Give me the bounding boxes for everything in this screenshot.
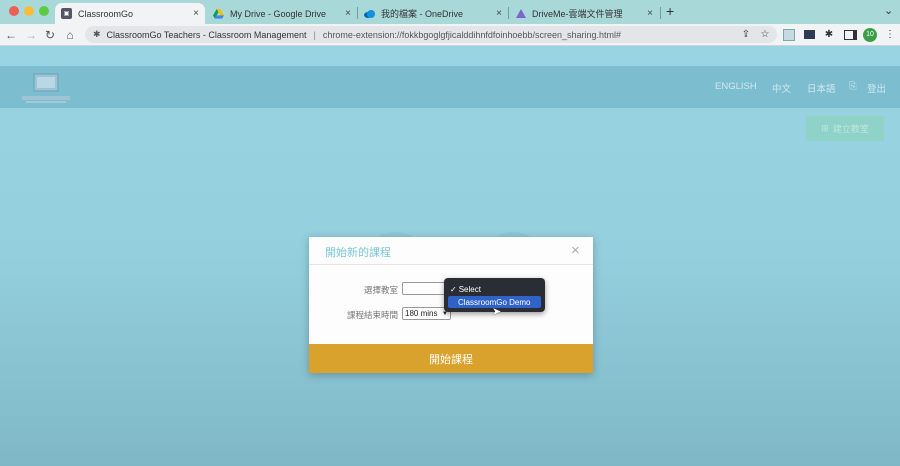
app-header	[0, 66, 900, 108]
site-title: ClassroomGo Teachers - Classroom Managem…	[106, 29, 307, 40]
extension-app-icon[interactable]	[781, 24, 797, 45]
tab-search-button[interactable]: ⌄	[884, 4, 893, 17]
maximize-window-button[interactable]	[39, 6, 49, 16]
classroom-icon: ▣	[61, 8, 72, 19]
modal-title: 開始新的課程	[325, 247, 391, 259]
close-tab-icon[interactable]: ×	[345, 8, 351, 19]
tab-separator	[660, 7, 661, 19]
home-icon[interactable]: ⌂	[61, 24, 79, 45]
share-icon[interactable]: ⇪	[738, 24, 754, 45]
end-time-label: 課程結束時間	[346, 310, 398, 320]
bookmark-star-icon[interactable]: ☆	[757, 24, 773, 45]
omnibox-divider: |	[313, 29, 316, 40]
side-panel-icon[interactable]	[842, 24, 858, 45]
new-tab-button[interactable]: +	[666, 3, 674, 19]
start-course-button[interactable]: 開始課程	[309, 344, 593, 373]
back-icon[interactable]: ←	[2, 24, 20, 45]
google-drive-icon	[213, 8, 224, 19]
classroom-label: 選擇教室	[363, 285, 398, 295]
tab-google-drive[interactable]: My Drive - Google Drive ×	[207, 3, 357, 24]
minimize-window-button[interactable]	[24, 6, 34, 16]
modal-close-button[interactable]: ×	[571, 242, 580, 259]
tab-classroomgo[interactable]: ▣ ClassroomGo ×	[55, 3, 205, 24]
lang-japanese-link[interactable]: 日本語	[807, 81, 836, 95]
profile-avatar[interactable]: 10	[862, 24, 878, 45]
dropdown-option-select[interactable]: ✓ Select	[448, 283, 541, 295]
mouse-cursor-icon: ➤	[492, 306, 502, 318]
close-tab-icon[interactable]: ×	[647, 8, 653, 19]
onedrive-icon	[364, 8, 375, 19]
extensions-puzzle-icon[interactable]: ✱	[821, 24, 837, 45]
url-text: chrome-extension://fokkbgoglgfjicalddihn…	[322, 29, 621, 40]
more-menu-icon[interactable]: ⋮	[882, 24, 898, 45]
lang-chinese-link[interactable]: 中文	[772, 81, 791, 95]
logout-link[interactable]: 登出	[867, 81, 886, 95]
close-tab-icon[interactable]: ×	[193, 8, 199, 19]
checkmark-icon: ✓	[450, 284, 457, 294]
tab-driveme[interactable]: DriveMe-雲端文件管理 ×	[509, 3, 659, 24]
reload-icon[interactable]: ↻	[41, 24, 59, 45]
close-window-button[interactable]	[9, 6, 19, 16]
lang-english-link[interactable]: ENGLISH	[715, 81, 757, 92]
forward-icon[interactable]: →	[22, 24, 40, 45]
modal-divider	[309, 264, 593, 265]
extension-icon: ✱	[93, 29, 101, 39]
create-classroom-button[interactable]: ⊞ 建立教室	[806, 116, 884, 141]
driveme-icon	[515, 8, 526, 19]
tab-onedrive[interactable]: 我的檔案 - OneDrive ×	[358, 3, 508, 24]
classroomgo-logo	[16, 72, 76, 106]
classroomgo-extension-icon[interactable]	[801, 24, 817, 45]
logout-icon[interactable]: ⎘	[849, 81, 857, 92]
address-bar[interactable]: ✱ ClassroomGo Teachers - Classroom Manag…	[85, 26, 777, 43]
grid-icon: ⊞	[821, 123, 829, 133]
close-tab-icon[interactable]: ×	[496, 8, 502, 19]
